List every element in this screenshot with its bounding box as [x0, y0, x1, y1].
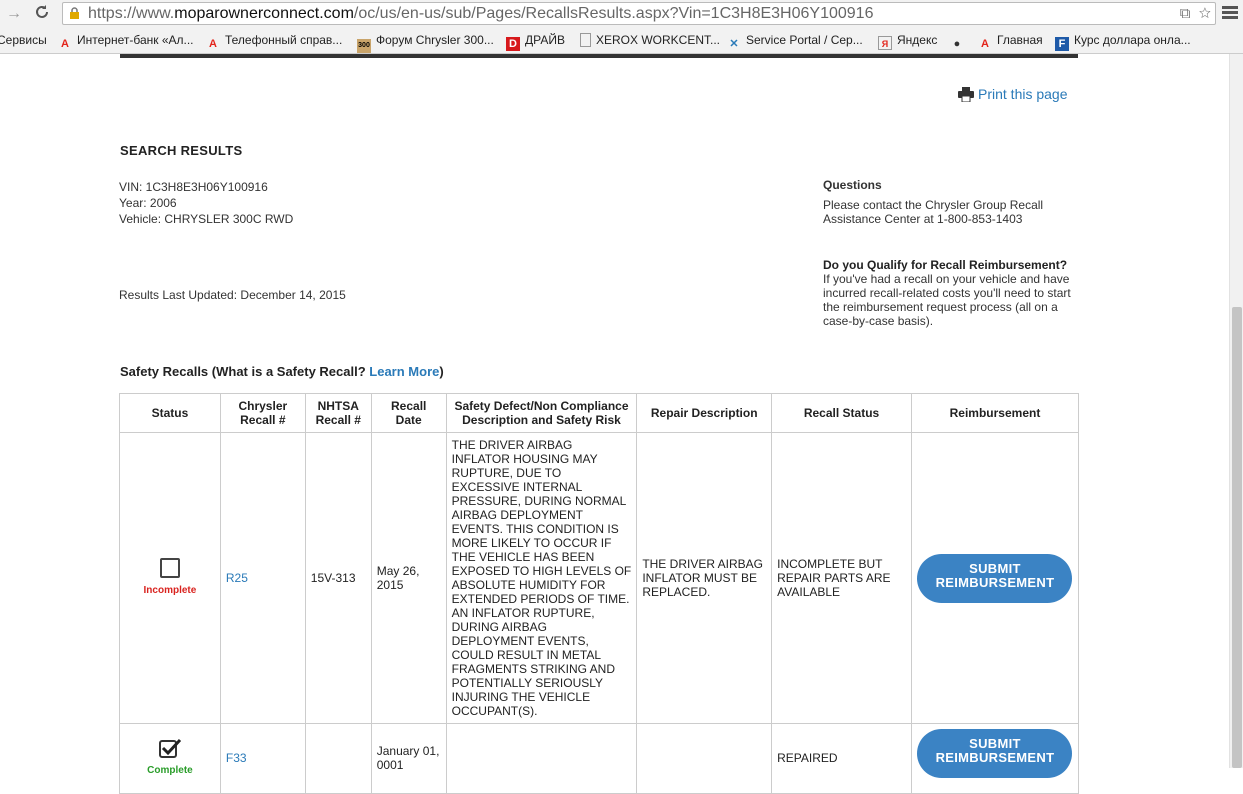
- url-text: https://www.moparownerconnect.com/oc/us/…: [88, 5, 874, 22]
- bulb-icon: ●: [953, 38, 961, 50]
- repair-description-cell: [636, 723, 773, 794]
- reimbursement-title: Do you Qualify for Recall Reimbursement?: [823, 258, 1068, 272]
- column-header: Repair Description: [636, 393, 773, 433]
- recall-status-cell: REPAIRED: [771, 723, 912, 794]
- recall-number-link[interactable]: F33: [226, 751, 247, 765]
- recall-date-cell: May 26, 2015: [370, 432, 447, 724]
- status-label: Complete: [147, 765, 193, 776]
- vin-text: VIN: 1C3H8E3H06Y100916: [119, 180, 268, 194]
- defect-description-cell: THE DRIVER AIRBAG INFLATOR HOUSING MAY R…: [445, 432, 638, 724]
- forum-icon: 300: [357, 39, 371, 53]
- reimbursement-cell: SUBMIT REIMBURSEMENT: [910, 723, 1080, 794]
- scrollbar[interactable]: [1229, 54, 1243, 768]
- bookmark-dollar-rate[interactable]: F Курс доллара онла...: [1055, 33, 1191, 51]
- submit-reimbursement-button[interactable]: SUBMIT REIMBURSEMENT: [917, 553, 1073, 603]
- address-bar[interactable]: https://www.moparownerconnect.com/oc/us/…: [62, 2, 1216, 25]
- column-header: Status: [119, 393, 221, 433]
- bookmarks-bar: Сервисы A Интернет-банк «Ал... A Телефонны…: [0, 28, 1243, 54]
- drive-icon: D: [506, 37, 520, 51]
- print-link[interactable]: Print this page: [958, 86, 1068, 103]
- nhtsa-recall-cell: [304, 723, 372, 794]
- column-header: Chrysler Recall #: [219, 393, 306, 433]
- column-header: Recall Date: [370, 393, 447, 433]
- bookmark-xerox[interactable]: XEROX WORKCENT...: [580, 33, 720, 47]
- scrollbar-thumb[interactable]: [1232, 307, 1242, 768]
- status-cell: Complete: [119, 723, 221, 794]
- bookmark-service-portal[interactable]: ✕ Service Portal / Сер...: [727, 33, 862, 51]
- defect-description-cell: [445, 723, 638, 794]
- column-header: Safety Defect/Non Compliance Description…: [445, 393, 638, 433]
- vehicle-info: VIN: 1C3H8E3H06Y100916 Year: 2006 Vehicl…: [119, 179, 293, 227]
- status-cell: Incomplete: [119, 432, 221, 724]
- star-icon[interactable]: ☆: [1199, 5, 1211, 22]
- safety-recalls-title: Safety Recalls (What is a Safety Recall?…: [120, 364, 444, 379]
- alfa-icon: A: [981, 38, 989, 50]
- recall-number-link[interactable]: R25: [226, 571, 248, 585]
- questions-title: Questions: [823, 178, 882, 192]
- alfa-icon: A: [61, 38, 69, 50]
- vehicle-text: Vehicle: CHRYSLER 300C RWD: [119, 212, 294, 226]
- nhtsa-recall-cell: 15V-313: [304, 432, 372, 724]
- header-banner: [120, 54, 1078, 58]
- bookmark-services[interactable]: Сервисы: [0, 33, 47, 47]
- bookmark-drive[interactable]: D ДРАЙВ: [506, 33, 565, 51]
- table-row: Incomplete R25 15V-313 May 26, 2015 THE …: [119, 432, 1080, 724]
- recalls-table: Status Chrysler Recall # NHTSA Recall # …: [119, 393, 1080, 794]
- recall-status-cell: INCOMPLETE BUT REPAIR PARTS ARE AVAILABL…: [771, 432, 912, 724]
- questions-text: Please contact the Chrysler Group Recall…: [823, 198, 1044, 226]
- chrysler-recall-cell: F33: [219, 723, 306, 794]
- column-header: Reimbursement: [910, 393, 1080, 433]
- table-header-row: Status Chrysler Recall # NHTSA Recall # …: [119, 393, 1080, 433]
- bookmark-main[interactable]: A Главная: [978, 33, 1043, 51]
- bookmark-bulb[interactable]: ●: [950, 33, 969, 51]
- repair-description-cell: THE DRIVER AIRBAG INFLATOR MUST BE REPLA…: [636, 432, 773, 724]
- learn-more-link[interactable]: Learn More: [369, 364, 439, 379]
- bookmark-phone-directory[interactable]: A Телефонный справ...: [206, 33, 342, 51]
- checked-box-icon: [158, 738, 182, 758]
- bookmark-yandex[interactable]: Я Яндекс: [878, 33, 937, 50]
- menu-icon[interactable]: [1222, 4, 1238, 22]
- reload-icon[interactable]: [32, 4, 52, 24]
- results-updated: Results Last Updated: December 14, 2015: [119, 288, 346, 302]
- table-row: Complete F33 January 01, 0001 REPAIRED S…: [119, 723, 1080, 794]
- page-icon: [580, 33, 591, 47]
- unchecked-box-icon: [159, 558, 180, 578]
- chrysler-recall-cell: R25: [219, 432, 306, 724]
- status-label: Incomplete: [143, 585, 197, 596]
- column-header: NHTSA Recall #: [304, 393, 372, 433]
- alfa-icon: A: [209, 38, 217, 50]
- page-title: SEARCH RESULTS: [120, 143, 243, 158]
- column-header: Recall Status: [771, 393, 912, 433]
- year-text: Year: 2006: [119, 196, 177, 210]
- tools-icon: ✕: [729, 38, 739, 50]
- bookmark-alfa-bank[interactable]: A Интернет-банк «Ал...: [58, 33, 194, 51]
- browser-toolbar: → https://www.moparownerconnect.com/oc/u…: [0, 0, 1243, 28]
- rate-icon: F: [1055, 37, 1069, 51]
- sidebar-help: Questions Please contact the Chrysler Gr…: [823, 178, 1083, 328]
- yandex-icon: Я: [878, 36, 892, 50]
- lock-icon: [70, 7, 79, 19]
- printer-icon: [958, 87, 974, 103]
- bookmark-chrysler-forum[interactable]: 300 Форум Chrysler 300...: [357, 33, 494, 53]
- translate-icon[interactable]: ⧉: [1180, 5, 1191, 22]
- reimbursement-cell: SUBMIT REIMBURSEMENT: [910, 432, 1080, 724]
- reimbursement-text: If you've had a recall on your vehicle a…: [823, 272, 1071, 328]
- submit-reimbursement-button[interactable]: SUBMIT REIMBURSEMENT: [917, 729, 1073, 778]
- forward-arrow-icon[interactable]: →: [4, 4, 24, 24]
- recall-date-cell: January 01, 0001: [370, 723, 447, 794]
